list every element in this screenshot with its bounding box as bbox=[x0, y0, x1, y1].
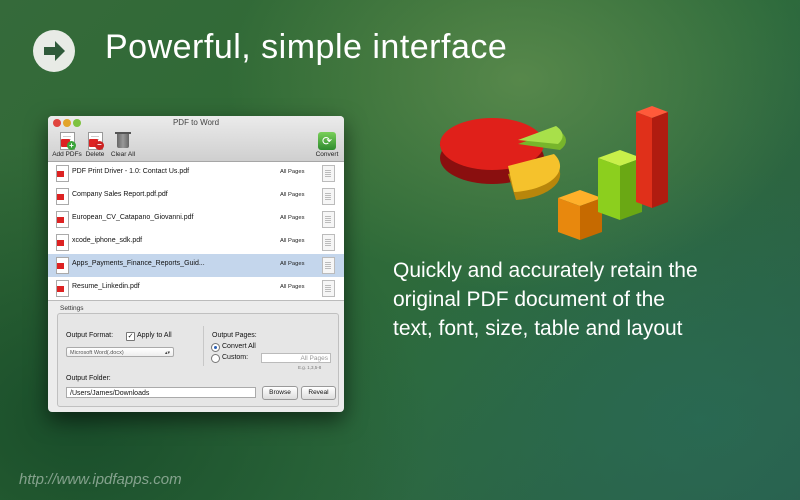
file-pages: All Pages bbox=[280, 238, 305, 244]
clear-all-label: Clear All bbox=[110, 151, 136, 158]
file-name: xcode_iphone_sdk.pdf bbox=[72, 237, 143, 244]
pdf-file-icon bbox=[56, 211, 69, 228]
file-name: Resume_Linkedin.pdf bbox=[72, 283, 140, 290]
word-doc-icon bbox=[322, 234, 335, 251]
apply-to-all-label: Apply to All bbox=[137, 332, 172, 339]
output-format-select[interactable]: Microsoft Word(.docx) ▴▾ bbox=[66, 347, 174, 357]
add-pdfs-button[interactable]: + Add PDFs bbox=[52, 132, 82, 158]
hero-title: Powerful, simple interface bbox=[105, 28, 508, 66]
word-doc-icon bbox=[322, 280, 335, 297]
list-item[interactable]: European_CV_Catapano_Giovanni.pdf All Pa… bbox=[48, 208, 344, 231]
app-window: PDF to Word + Add PDFs – Delete Clear Al… bbox=[48, 116, 344, 412]
add-pdfs-label: Add PDFs bbox=[52, 151, 82, 158]
settings-panel: Output Format: ✓ Apply to All Microsoft … bbox=[57, 313, 339, 407]
output-format-value: Microsoft Word(.docx) bbox=[70, 350, 124, 356]
website-watermark: http://www.ipdfapps.com bbox=[19, 471, 182, 488]
clear-all-button[interactable]: Clear All bbox=[108, 132, 138, 158]
word-doc-icon bbox=[322, 257, 335, 274]
file-name: Apps_Payments_Finance_Reports_Guid... bbox=[72, 260, 205, 267]
pdf-file-icon bbox=[56, 188, 69, 205]
custom-pages-input[interactable]: All Pages bbox=[261, 353, 331, 363]
chevron-updown-icon: ▴▾ bbox=[164, 350, 170, 356]
custom-label: Custom: bbox=[222, 354, 249, 361]
pdf-file-icon bbox=[56, 165, 69, 182]
pdf-file-icon bbox=[56, 234, 69, 251]
window-title: PDF to Word bbox=[172, 118, 220, 127]
output-folder-field[interactable]: /Users/James/Downloads bbox=[66, 387, 256, 398]
list-item[interactable]: xcode_iphone_sdk.pdf All Pages bbox=[48, 231, 344, 254]
list-item[interactable]: PDF Print Driver - 1.0: Contact Us.pdf A… bbox=[48, 162, 344, 185]
list-item[interactable]: Company Sales Report.pdf.pdf All Pages bbox=[48, 185, 344, 208]
delete-button[interactable]: – Delete bbox=[84, 132, 106, 158]
file-pages: All Pages bbox=[280, 169, 305, 175]
chart-illustration bbox=[439, 106, 668, 240]
tagline-line: Quickly and accurately retain the bbox=[393, 259, 698, 282]
output-folder-label: Output Folder: bbox=[66, 375, 111, 382]
file-pages: All Pages bbox=[280, 192, 305, 198]
arrow-right-icon bbox=[33, 30, 75, 72]
convert-all-radio[interactable] bbox=[211, 343, 220, 352]
file-name: Company Sales Report.pdf.pdf bbox=[72, 191, 168, 198]
browse-button[interactable]: Browse bbox=[262, 386, 298, 400]
convert-all-label: Convert All bbox=[222, 343, 256, 350]
file-pages: All Pages bbox=[280, 261, 305, 267]
output-format-label: Output Format: bbox=[66, 332, 114, 339]
settings-label: Settings bbox=[60, 305, 84, 312]
word-doc-icon bbox=[322, 188, 335, 205]
delete-label: Delete bbox=[85, 151, 105, 158]
refresh-icon: ⟳ bbox=[318, 132, 336, 150]
apply-to-all-checkbox[interactable]: ✓ bbox=[126, 332, 135, 341]
word-doc-icon bbox=[322, 165, 335, 182]
plus-icon: + bbox=[67, 141, 76, 150]
minus-icon: – bbox=[95, 141, 104, 150]
tagline-line: original PDF document of the bbox=[393, 288, 665, 311]
convert-button[interactable]: ⟳ Convert bbox=[312, 132, 342, 158]
pdf-file-icon bbox=[56, 257, 69, 274]
title-bar: PDF to Word + Add PDFs – Delete Clear Al… bbox=[48, 116, 344, 162]
tagline-line: text, font, size, table and layout bbox=[393, 317, 683, 340]
file-pages: All Pages bbox=[280, 284, 305, 290]
pages-hint: E.g. 1,3,5-8 bbox=[298, 365, 322, 370]
custom-radio[interactable] bbox=[211, 354, 220, 363]
file-name: European_CV_Catapano_Giovanni.pdf bbox=[72, 214, 194, 221]
output-pages-label: Output Pages: bbox=[212, 332, 257, 339]
trash-icon bbox=[115, 132, 131, 148]
divider bbox=[203, 326, 204, 366]
list-item-selected[interactable]: Apps_Payments_Finance_Reports_Guid... Al… bbox=[48, 254, 344, 277]
file-name: PDF Print Driver - 1.0: Contact Us.pdf bbox=[72, 168, 190, 175]
file-list: PDF Print Driver - 1.0: Contact Us.pdf A… bbox=[48, 162, 344, 301]
convert-label: Convert bbox=[315, 151, 339, 158]
reveal-button[interactable]: Reveal bbox=[301, 386, 336, 400]
list-item[interactable]: Resume_Linkedin.pdf All Pages bbox=[48, 277, 344, 300]
word-doc-icon bbox=[322, 211, 335, 228]
pdf-file-icon bbox=[56, 280, 69, 297]
file-pages: All Pages bbox=[280, 215, 305, 221]
tagline: Quickly and accurately retain the origin… bbox=[393, 256, 753, 343]
